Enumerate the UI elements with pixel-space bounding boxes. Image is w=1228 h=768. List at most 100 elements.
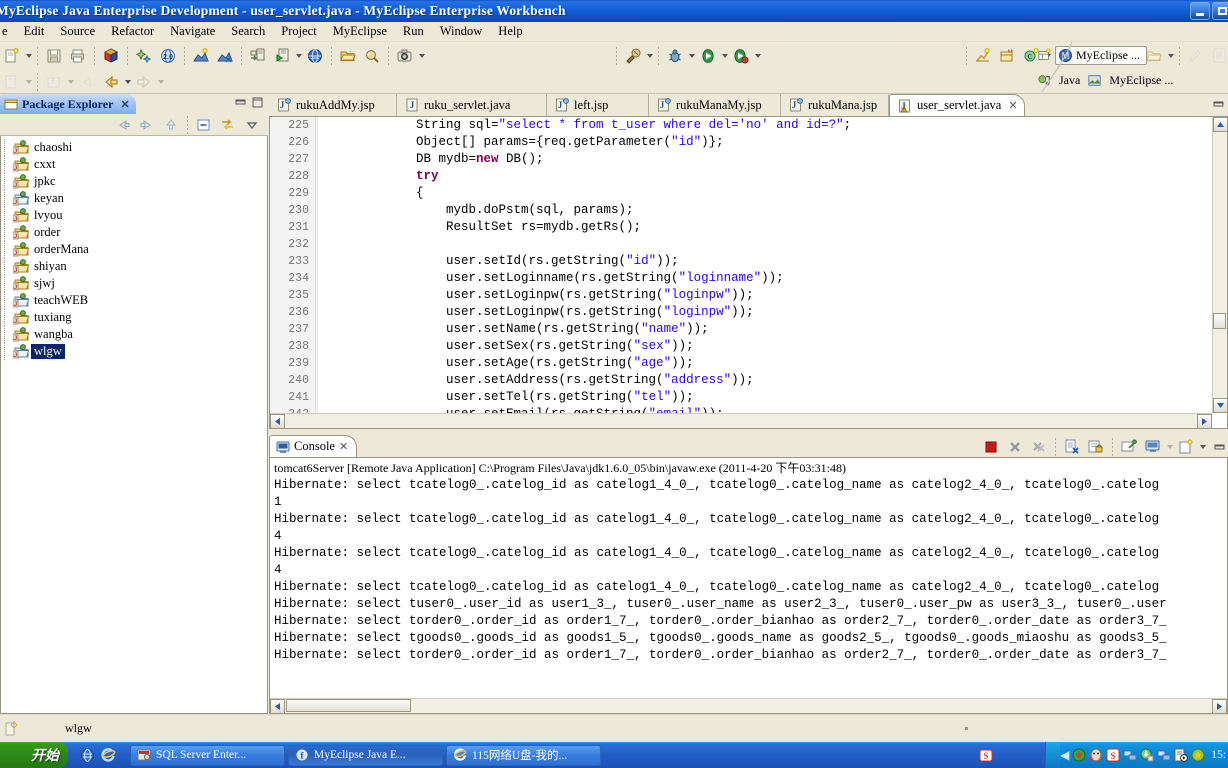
project-item-jpkc[interactable]: Jjpkc	[3, 173, 267, 190]
terminate-button[interactable]	[980, 436, 1002, 458]
maximize-view-icon[interactable]	[251, 96, 264, 109]
scroll-lock-button[interactable]	[1085, 436, 1107, 458]
editor-horizontal-scrollbar[interactable]	[270, 413, 1212, 429]
minimize-view-icon[interactable]	[234, 96, 247, 109]
project-item-teachweb[interactable]: JteachWEB	[3, 292, 267, 309]
undeploy-icon[interactable]	[214, 45, 236, 67]
pin-console-button[interactable]	[1118, 436, 1140, 458]
code-line[interactable]: ResultSet rs=mydb.getRs();	[318, 219, 1212, 236]
new-wizard-dropdown-icon[interactable]	[24, 45, 33, 67]
start-server-icon[interactable]	[271, 45, 293, 67]
perspective-java-button[interactable]: Java	[1055, 72, 1084, 89]
code-line[interactable]: user.setLoginname(rs.getString("loginnam…	[318, 270, 1212, 287]
taskbar-button-1[interactable]: f MyEclipse Java E...	[288, 744, 443, 766]
forward-icon[interactable]	[136, 114, 158, 136]
network-icon[interactable]	[1123, 748, 1137, 762]
forward-dropdown-icon[interactable]	[156, 71, 165, 93]
menu-run[interactable]: Run	[395, 22, 432, 41]
project-item-lvyou[interactable]: Jlvyou	[3, 207, 267, 224]
search-icon[interactable]	[361, 45, 383, 67]
project-item-sjwj[interactable]: Jsjwj	[3, 275, 267, 292]
external-tools-icon[interactable]	[622, 45, 644, 67]
minimize-console-button[interactable]	[1213, 441, 1226, 454]
project-item-cxxt[interactable]: Jcxxt	[3, 156, 267, 173]
snapshot-dropdown-icon[interactable]	[417, 45, 426, 67]
language-bar[interactable]: S	[973, 742, 1000, 768]
menu-refactor[interactable]: Refactor	[103, 22, 162, 41]
code-line[interactable]: user.setEmail(rs.getString("email"));	[318, 406, 1212, 413]
menu-myeclipse[interactable]: MyEclipse	[325, 22, 395, 41]
up-icon[interactable]	[160, 114, 182, 136]
project-item-order[interactable]: Jorder	[3, 224, 267, 241]
deploy-icon[interactable]	[190, 45, 212, 67]
editor-tab-rukumana-jsp[interactable]: JrukuMana.jsp	[781, 94, 889, 116]
save-icon[interactable]	[43, 45, 65, 67]
debug-icon[interactable]	[664, 45, 686, 67]
editor-tab-user_servlet-java[interactable]: J! user_servlet.java ✕	[889, 94, 1025, 116]
new-package-icon[interactable]	[996, 45, 1018, 67]
download-manager-icon[interactable]	[1140, 748, 1154, 762]
external-tools-dropdown-icon[interactable]	[645, 45, 654, 67]
qq-icon[interactable]	[1089, 748, 1103, 762]
run-icon[interactable]	[697, 45, 719, 67]
menu-navigate[interactable]: Navigate	[162, 22, 223, 41]
print-icon[interactable]	[67, 45, 89, 67]
remove-launch-button[interactable]	[1004, 436, 1026, 458]
back-dropdown-icon[interactable]	[123, 71, 132, 93]
project-item-wlgw[interactable]: Jwlgw	[3, 343, 267, 360]
code-line[interactable]: try	[318, 168, 1212, 185]
editor-tab-left-jsp[interactable]: Jleft.jsp	[547, 94, 649, 116]
console-scroll-right-button[interactable]	[1212, 699, 1227, 713]
minimize-editor-button[interactable]	[1212, 98, 1225, 114]
editor-code-content[interactable]: String sql="select * from t_user where d…	[317, 117, 1212, 413]
package-explorer-tab[interactable]: Package Explorer ✕	[0, 94, 136, 114]
show-desktop-icon[interactable]	[80, 748, 95, 763]
export-dimmed-icon[interactable]	[43, 71, 65, 93]
taskbar-button-2[interactable]: 115网络U盘-我的...	[446, 744, 601, 766]
project-item-chaoshi[interactable]: Jchaoshi	[3, 139, 267, 156]
run-last-icon[interactable]	[730, 45, 752, 67]
open-console-button[interactable]	[1175, 436, 1197, 458]
editor-tab-rukumanamy-jsp[interactable]: JrukuManaMy.jsp	[649, 94, 781, 116]
show-hidden-icons-chevron-icon[interactable]: ◀	[1060, 748, 1069, 762]
view-menu-icon[interactable]	[241, 114, 263, 136]
menu-edit[interactable]: Edit	[16, 22, 53, 41]
editor-tab-ruku_servlet-java[interactable]: Jruku_servlet.java	[397, 94, 547, 116]
code-line[interactable]: String sql="select * from t_user where d…	[318, 117, 1212, 134]
open-perspective-icon[interactable]	[1038, 48, 1051, 62]
new-myeclipse-project-icon[interactable]	[133, 45, 155, 67]
minimize-window-button[interactable]	[1190, 2, 1210, 20]
new-dimmed-dropdown-icon[interactable]	[24, 71, 33, 93]
console-horizontal-scrollbar[interactable]	[270, 698, 1227, 713]
scroll-left-button[interactable]	[270, 414, 285, 429]
back-history-icon[interactable]	[76, 71, 98, 93]
code-line[interactable]: user.setSex(rs.getString("sex"));	[318, 338, 1212, 355]
code-line[interactable]: user.setAddress(rs.getString("address"))…	[318, 372, 1212, 389]
snapshot-icon[interactable]	[394, 45, 416, 67]
menu-search[interactable]: Search	[223, 22, 273, 41]
menu-help[interactable]: Help	[490, 22, 530, 41]
code-line[interactable]: user.setAge(rs.getString("age"));	[318, 355, 1212, 372]
code-line[interactable]: Object[] params={req.getParameter("id")}…	[318, 134, 1212, 151]
sogou-tray-icon[interactable]: S	[1106, 748, 1120, 762]
console-output[interactable]: tomcat6Server [Remote Java Application] …	[269, 457, 1228, 714]
code-line[interactable]: {	[318, 185, 1212, 202]
close-icon[interactable]: ✕	[1008, 99, 1017, 112]
code-line[interactable]: user.setLoginpw(rs.getString("loginpw"))…	[318, 304, 1212, 321]
clear-console-button[interactable]	[1061, 436, 1083, 458]
link-with-editor-icon[interactable]	[217, 114, 239, 136]
run-last-dropdown-icon[interactable]	[753, 45, 762, 67]
java-source-editor[interactable]: 225 226 227 228 229 230 231 232 233 234 235 236 237 2…	[269, 116, 1228, 429]
new-wizard-icon[interactable]	[1, 45, 23, 67]
close-icon[interactable]: ✕	[339, 440, 348, 453]
editor-tab-rukuaddmy-jsp[interactable]: JrukuAddMy.jsp	[269, 94, 397, 116]
start-button[interactable]: 开始	[0, 742, 68, 768]
perspective-current-button[interactable]: M MyEclipse ...	[1055, 46, 1147, 65]
new-java-project-icon[interactable]	[972, 45, 994, 67]
export-dimmed-dropdown-icon[interactable]	[66, 71, 75, 93]
code-line[interactable]	[318, 236, 1212, 253]
project-item-ordermana[interactable]: JorderMana	[3, 241, 267, 258]
project-item-tuxiang[interactable]: Jtuxiang	[3, 309, 267, 326]
collapse-all-icon[interactable]	[193, 114, 215, 136]
network2-icon[interactable]	[1157, 748, 1171, 762]
